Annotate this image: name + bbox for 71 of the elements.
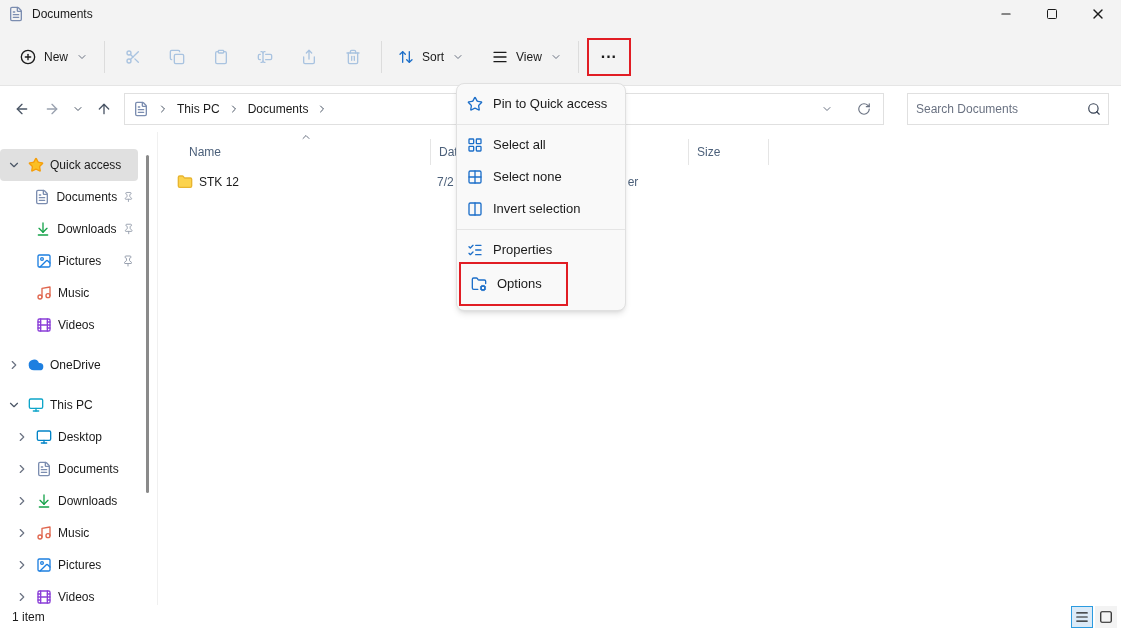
new-button[interactable]: New	[12, 38, 96, 75]
desktop-icon	[36, 429, 52, 445]
sidebar-item[interactable]: Music	[0, 517, 138, 549]
sort-button[interactable]: Sort	[390, 38, 473, 75]
star-icon	[28, 157, 44, 173]
folder-icon	[177, 174, 193, 190]
more-button[interactable]: ···	[586, 37, 631, 76]
sidebar-item[interactable]: Videos	[0, 309, 138, 341]
document-icon	[34, 189, 51, 205]
menu-item[interactable]: Select none	[457, 161, 625, 193]
trash-icon	[345, 48, 361, 65]
column-header[interactable]: Size	[689, 139, 769, 165]
menu-item[interactable]: Select all	[457, 129, 625, 161]
folder-gear-icon	[471, 276, 487, 292]
rename-icon	[257, 48, 273, 65]
sidebar-item[interactable]: Downloads	[0, 213, 138, 245]
sidebar-item[interactable]: OneDrive	[0, 349, 138, 381]
menu-item[interactable]: Pin to Quick access	[457, 88, 625, 120]
music-icon	[36, 285, 52, 301]
document-icon	[133, 101, 149, 117]
file-name: STK 12	[199, 174, 240, 191]
sidebar-item[interactable]: Pictures	[0, 549, 138, 581]
details-view-button[interactable]	[1071, 606, 1093, 628]
type-cell-text: er	[627, 174, 639, 191]
share-icon	[301, 48, 317, 65]
select-all-icon	[467, 137, 483, 153]
cloud-icon	[28, 357, 44, 373]
details-icon	[1075, 610, 1089, 624]
music-icon	[36, 525, 52, 541]
download-icon	[36, 493, 52, 509]
plus-circle-icon	[20, 48, 36, 65]
view-button[interactable]: View	[484, 38, 570, 75]
tiles-view-button[interactable]	[1095, 606, 1117, 628]
column-header[interactable]: Name	[181, 139, 431, 165]
search-field[interactable]: Search Documents	[907, 93, 1109, 125]
monitor-icon	[28, 397, 44, 413]
maximize-icon	[1046, 8, 1058, 20]
copy-icon	[169, 48, 185, 65]
up-icon[interactable]	[96, 101, 112, 117]
sidebar-item[interactable]: Desktop	[0, 421, 138, 453]
tiles-icon	[1099, 610, 1113, 624]
invert-selection-icon	[467, 201, 483, 217]
sidebar-item[interactable]: Documents	[0, 181, 138, 213]
forward-icon[interactable]	[44, 101, 60, 117]
select-none-icon	[467, 169, 483, 185]
breadcrumb[interactable]: Documents	[247, 100, 309, 118]
clipboard-icon	[213, 48, 229, 65]
search-icon[interactable]	[1087, 102, 1101, 116]
window-title: Documents	[32, 6, 93, 23]
document-icon	[8, 6, 24, 22]
date-cell-text: 7/2	[437, 174, 454, 191]
back-icon[interactable]	[14, 101, 30, 117]
sort-arrows-icon	[398, 48, 414, 65]
breadcrumb[interactable]: This PC	[177, 100, 220, 118]
sidebar-item[interactable]: Documents	[0, 453, 138, 485]
star-icon	[467, 96, 483, 112]
refresh-icon[interactable]	[857, 102, 871, 116]
scissors-icon	[125, 48, 141, 65]
picture-icon	[36, 253, 52, 269]
picture-icon	[36, 557, 52, 573]
film-icon	[36, 589, 52, 605]
menu-item[interactable]: Invert selection	[457, 193, 625, 225]
sidebar-item[interactable]: Quick access	[0, 149, 138, 181]
sidebar-item[interactable]: Downloads	[0, 485, 138, 517]
sidebar-item[interactable]: This PC	[0, 389, 138, 421]
sidebar-item[interactable]: Music	[0, 277, 138, 309]
sidebar-item[interactable]: Pictures	[0, 245, 138, 277]
properties-icon	[467, 242, 483, 258]
film-icon	[36, 317, 52, 333]
document-icon	[36, 461, 52, 477]
menu-item[interactable]: Options	[459, 262, 568, 306]
